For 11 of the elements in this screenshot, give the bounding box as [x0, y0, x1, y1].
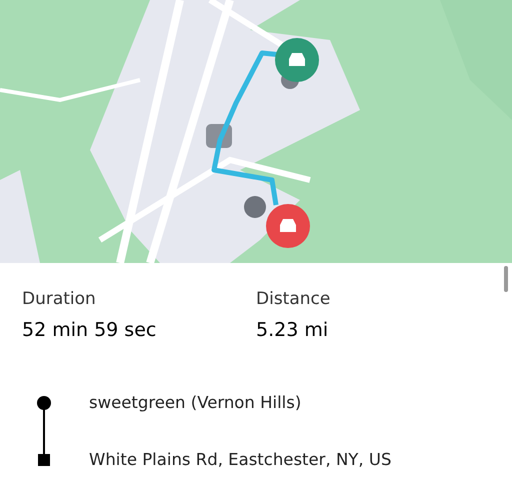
car-marker-icon[interactable] [266, 204, 310, 248]
destination-address: White Plains Rd, Eastchester, NY, US [89, 450, 392, 469]
origin-dot-icon [37, 396, 51, 410]
scrollbar[interactable] [504, 266, 508, 292]
stat-label: Distance [256, 289, 330, 309]
destination-square-icon [38, 454, 50, 466]
car-marker-icon[interactable] [275, 38, 319, 82]
stat-value: 52 min 59 sec [22, 319, 156, 341]
origin-address: sweetgreen (Vernon Hills) [89, 393, 302, 412]
stat-label: Duration [22, 289, 96, 309]
stat-value: 5.23 mi [256, 319, 328, 341]
